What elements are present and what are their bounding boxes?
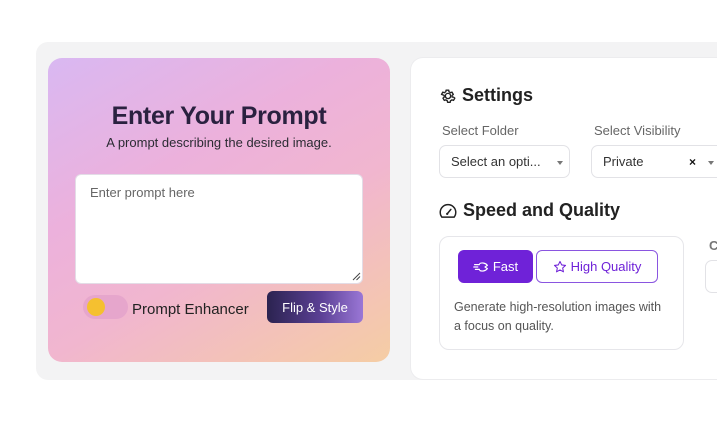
high-quality-option-button[interactable]: High Quality bbox=[536, 250, 658, 283]
visibility-select[interactable]: Private × bbox=[591, 145, 717, 178]
visibility-select-value: Private bbox=[603, 154, 644, 169]
quality-options-card: Fast High Quality Generate high-resoluti… bbox=[439, 236, 684, 350]
fast-icon bbox=[473, 261, 488, 272]
toggle-knob bbox=[87, 298, 105, 316]
chevron-down-icon bbox=[557, 161, 563, 165]
prompt-enhancer-toggle[interactable] bbox=[83, 295, 128, 319]
gear-icon bbox=[440, 89, 456, 103]
quality-description: Generate high-resolution images with a f… bbox=[454, 300, 662, 333]
visibility-label: Select Visibility bbox=[594, 123, 681, 138]
chevron-down-icon bbox=[708, 161, 714, 165]
speed-quality-heading: Speed and Quality bbox=[438, 200, 620, 221]
flip-style-button[interactable]: Flip & Style bbox=[267, 291, 363, 323]
settings-panel: Settings Select Folder Select an opti...… bbox=[411, 58, 717, 379]
prompt-title: Enter Your Prompt bbox=[111, 102, 327, 130]
star-icon bbox=[553, 260, 566, 272]
cut-off-label: C bbox=[709, 238, 717, 253]
prompt-enhancer-label: Prompt Enhancer bbox=[132, 301, 249, 318]
speed-quality-title: Speed and Quality bbox=[463, 200, 621, 220]
settings-heading: Settings bbox=[439, 85, 533, 106]
folder-select[interactable]: Select an opti... bbox=[439, 145, 570, 178]
folder-label: Select Folder bbox=[442, 123, 519, 138]
prompt-input[interactable] bbox=[75, 174, 363, 284]
fast-option-label: Fast bbox=[492, 259, 519, 274]
settings-title: Settings bbox=[462, 85, 534, 105]
cut-off-field[interactable] bbox=[705, 260, 717, 293]
prompt-subtitle: A prompt describing the desired image. bbox=[106, 135, 332, 150]
speedometer-icon bbox=[439, 203, 457, 218]
clear-icon[interactable]: × bbox=[689, 155, 696, 169]
fast-option-button[interactable]: Fast bbox=[458, 250, 533, 283]
high-quality-option-label: High Quality bbox=[570, 259, 642, 274]
prompt-panel: Enter Your Prompt A prompt describing th… bbox=[48, 58, 390, 362]
resize-grip-icon[interactable] bbox=[352, 272, 361, 281]
folder-select-value: Select an opti... bbox=[451, 154, 541, 169]
